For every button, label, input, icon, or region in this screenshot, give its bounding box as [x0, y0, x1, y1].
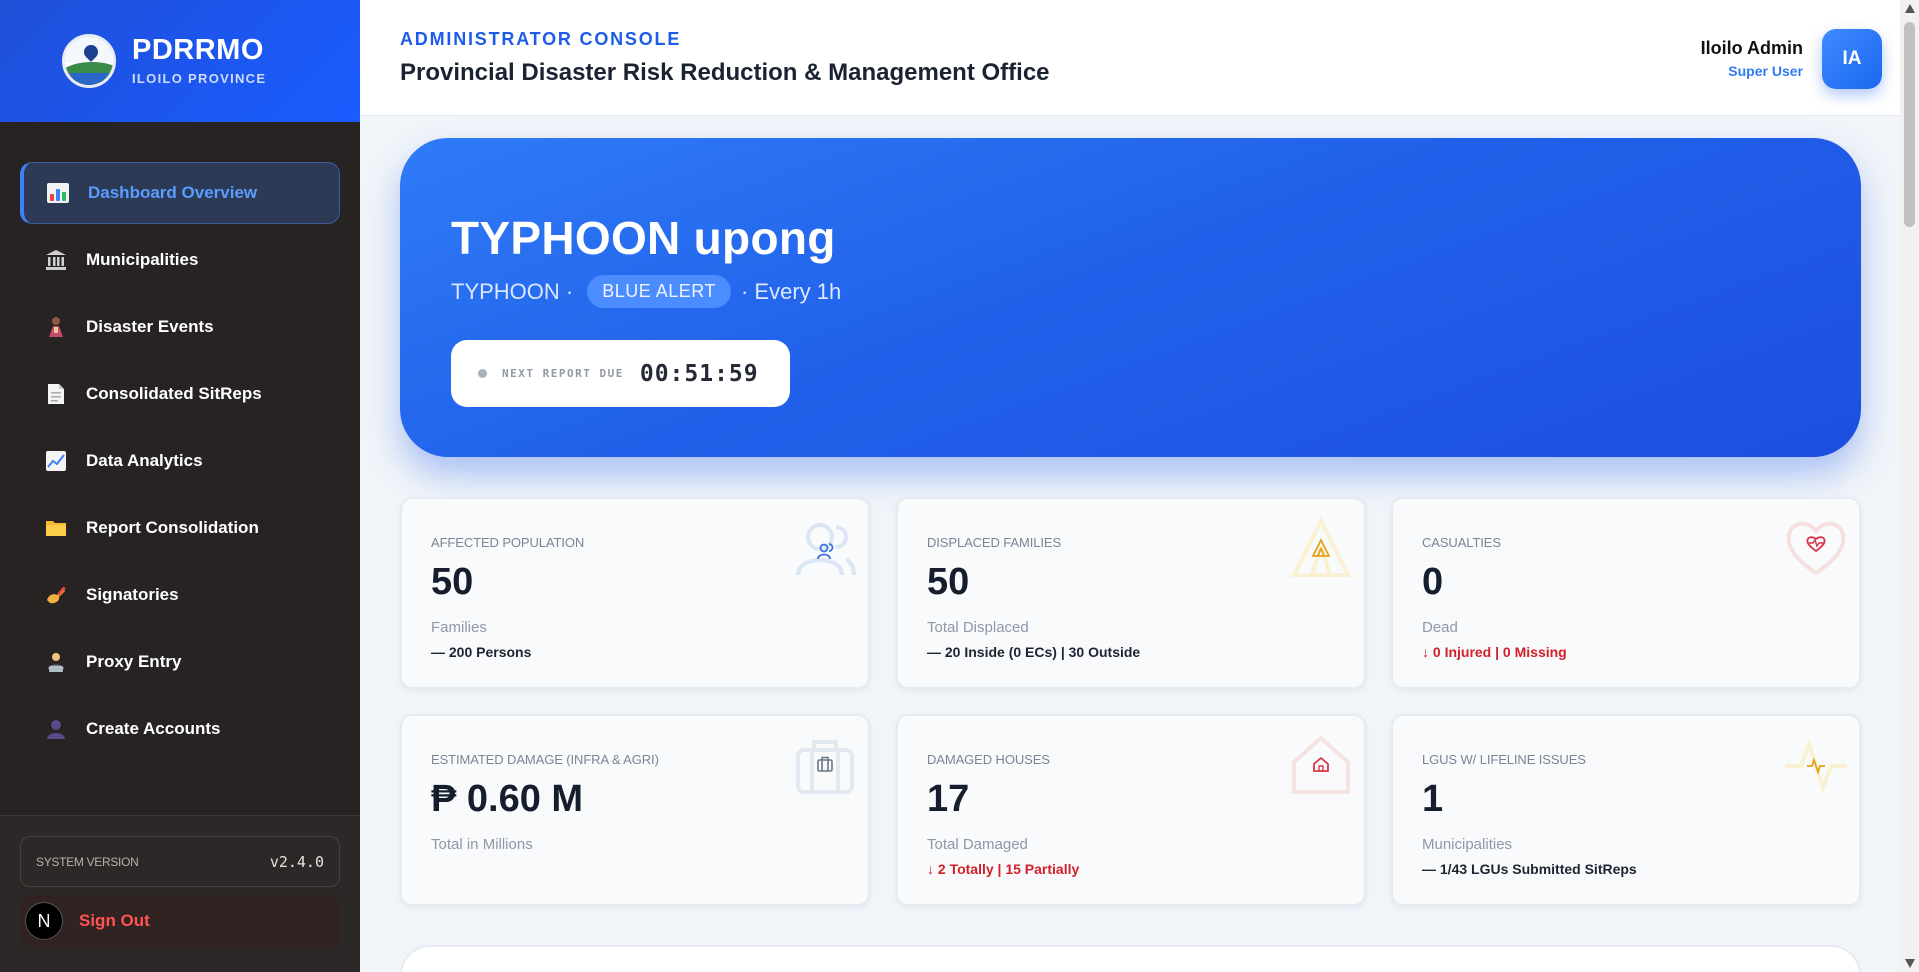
user-role: Super User [1728, 63, 1803, 79]
card-note: — 20 Inside (0 ECs) | 30 Outside [927, 644, 1141, 660]
active-event-banner: TYPHOON upong TYPHOON · BLUE ALERT · Eve… [400, 138, 1861, 457]
briefcase-icon [796, 740, 854, 794]
sign-out-button[interactable]: N Sign Out [20, 895, 340, 947]
card-label: CASUALTIES [1422, 535, 1501, 550]
stat-card-casualties[interactable]: CASUALTIES 0 Dead ↓ 0 Injured | 0 Missin… [1391, 497, 1861, 689]
system-version: SYSTEM VERSION v2.4.0 [20, 836, 340, 887]
tent-icon [1290, 516, 1352, 577]
sidebar-item-label: Signatories [86, 585, 179, 604]
sidebar-item-label: Dashboard Overview [88, 183, 258, 202]
user-name: Iloilo Admin [1700, 38, 1803, 58]
card-sub: Municipalities [1422, 836, 1513, 853]
scroll-down-icon[interactable] [1905, 959, 1915, 968]
sidebar-item-dashboard-overview[interactable]: Dashboard Overview [20, 162, 340, 224]
sidebar-item-label: Report Consolidation [86, 518, 259, 537]
sidebar-item-consolidated-sitreps[interactable]: Consolidated SitReps [20, 363, 340, 425]
sidebar-item-proxy-entry[interactable]: Proxy Entry [20, 631, 340, 693]
stat-card-affected-population[interactable]: AFFECTED POPULATION 50 Families — 200 Pe… [400, 497, 870, 689]
card-label: DAMAGED HOUSES [927, 752, 1050, 767]
sidebar-item-label: Data Analytics [86, 451, 203, 470]
sidebar-item-data-analytics[interactable]: Data Analytics [20, 430, 340, 492]
card-note: ↓ 0 Injured | 0 Missing [1422, 644, 1567, 660]
console-eyebrow: ADMINISTRATOR CONSOLE [400, 29, 682, 49]
card-note: ↓ 2 Totally | 15 Partially [927, 861, 1080, 877]
bar-chart-icon [46, 181, 70, 205]
brand-subtitle: ILOILO PROVINCE [132, 71, 267, 86]
card-value: 50 [927, 561, 970, 603]
user-icon [44, 717, 68, 741]
stat-card-estimated-damage[interactable]: ESTIMATED DAMAGE (INFRA & AGRI) ₱ 0.60 M… [400, 714, 870, 906]
next-report-timer: NEXT REPORT DUE 00:51:59 [451, 340, 790, 407]
card-label: DISPLACED FAMILIES [927, 535, 1062, 550]
version-label: SYSTEM VERSION [36, 854, 139, 869]
disaster-icon [44, 315, 68, 339]
card-value: 0 [1422, 561, 1444, 603]
card-sub: Total in Millions [431, 836, 533, 853]
sidebar-item-municipalities[interactable]: Municipalities [20, 229, 340, 291]
card-label: LGUS W/ LIFELINE ISSUES [1422, 752, 1586, 767]
document-icon [44, 382, 68, 406]
card-label: ESTIMATED DAMAGE (INFRA & AGRI) [431, 752, 659, 767]
sidebar-item-report-consolidation[interactable]: Report Consolidation [20, 497, 340, 559]
card-value: ₱ 0.60 M [431, 778, 584, 820]
n-badge-icon[interactable]: N [25, 902, 63, 940]
avatar[interactable]: IA [1822, 29, 1882, 89]
card-note: — 200 Persons [431, 644, 532, 660]
brand-title: PDRRMO [132, 34, 264, 66]
line-chart-icon [44, 449, 68, 473]
page-scrollbar[interactable] [1900, 0, 1919, 972]
sidebar-nav: Dashboard Overview Municipalities Disast… [0, 122, 360, 760]
report-frequency: · Every 1h [740, 278, 842, 304]
pulse-icon [1785, 737, 1847, 795]
people-icon [796, 523, 856, 576]
brand-header[interactable]: PDRRMO ILOILO PROVINCE [0, 0, 360, 122]
card-sub: Dead [1422, 619, 1458, 636]
page-title: Provincial Disaster Risk Reduction & Man… [400, 59, 1050, 86]
sign-out-label: Sign Out [79, 911, 150, 930]
card-sub: Total Damaged [927, 836, 1028, 853]
event-meta: TYPHOON · BLUE ALERT · Every 1h [451, 275, 841, 308]
sidebar-footer: SYSTEM VERSION v2.4.0 N Sign Out [0, 815, 360, 972]
card-sub: Families [431, 619, 487, 636]
writing-hand-icon [44, 583, 68, 607]
logo-icon [62, 34, 116, 88]
status-dot-icon [478, 369, 487, 378]
scroll-up-icon[interactable] [1905, 4, 1915, 13]
house-icon [1292, 735, 1350, 794]
sidebar-item-label: Proxy Entry [86, 652, 182, 671]
card-label: AFFECTED POPULATION [431, 535, 585, 550]
technician-icon [44, 650, 68, 674]
sidebar-item-signatories[interactable]: Signatories [20, 564, 340, 626]
sidebar-item-label: Disaster Events [86, 317, 214, 336]
heart-pulse-icon [1786, 521, 1846, 576]
content-panel [400, 945, 1861, 972]
folder-icon [44, 516, 68, 540]
sidebar-item-label: Consolidated SitReps [86, 384, 262, 403]
card-sub: Total Displaced [927, 619, 1029, 636]
event-title: TYPHOON upong [451, 212, 836, 264]
timer-value: 00:51:59 [639, 360, 759, 387]
version-value: v2.4.0 [269, 852, 324, 871]
card-value: 50 [431, 561, 474, 603]
event-type: TYPHOON · [451, 278, 574, 304]
scroll-thumb[interactable] [1904, 22, 1915, 227]
alert-badge: BLUE ALERT [587, 275, 731, 308]
sidebar: PDRRMO ILOILO PROVINCE Dashboard Overvie… [0, 0, 360, 972]
stat-card-displaced-families[interactable]: DISPLACED FAMILIES 50 Total Displaced — … [896, 497, 1366, 689]
sidebar-item-label: Municipalities [86, 250, 199, 269]
top-header: ADMINISTRATOR CONSOLE Provincial Disaste… [360, 0, 1900, 116]
sidebar-item-label: Create Accounts [86, 719, 221, 738]
sidebar-item-create-accounts[interactable]: Create Accounts [20, 698, 340, 760]
stat-card-lgus-lifeline-issues[interactable]: LGUS W/ LIFELINE ISSUES 1 Municipalities… [1391, 714, 1861, 906]
stat-card-damaged-houses[interactable]: DAMAGED HOUSES 17 Total Damaged ↓ 2 Tota… [896, 714, 1366, 906]
building-icon [44, 248, 68, 272]
card-value: 1 [1422, 778, 1444, 820]
card-value: 17 [927, 778, 970, 820]
sidebar-item-disaster-events[interactable]: Disaster Events [20, 296, 340, 358]
timer-label: NEXT REPORT DUE [502, 367, 624, 380]
card-note: — 1/43 LGUs Submitted SitReps [1422, 861, 1637, 877]
